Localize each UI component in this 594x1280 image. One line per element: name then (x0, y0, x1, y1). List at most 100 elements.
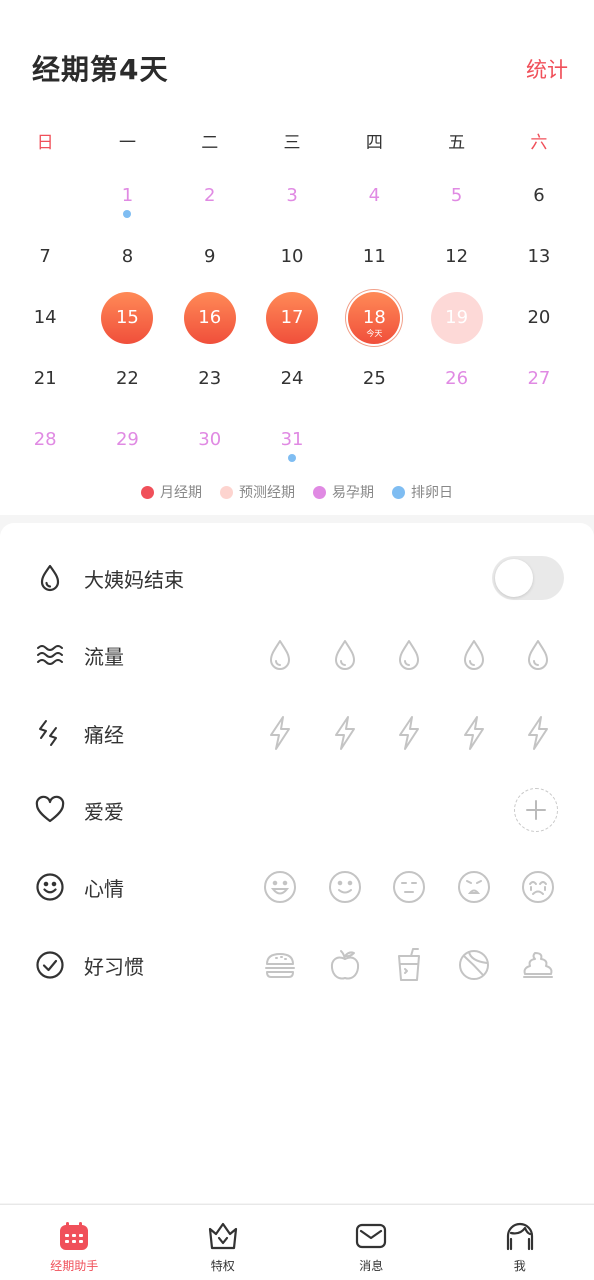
flow-level-1-option[interactable] (248, 635, 313, 675)
record-row-mood: 心情 (0, 857, 594, 917)
period-end-toggle[interactable] (492, 556, 564, 600)
cramp-level-4-option[interactable] (442, 713, 507, 753)
mood-angry-option[interactable] (442, 867, 507, 907)
calendar-day[interactable]: 19 (415, 287, 497, 348)
tab-privileges[interactable]: 特权 (149, 1205, 298, 1280)
profile-icon (506, 1222, 533, 1251)
day-marker: 18 今天 (348, 291, 401, 344)
calendar-day[interactable]: 18 今天 (333, 287, 415, 348)
plus-icon (526, 800, 546, 820)
calendar-day[interactable]: 31 (251, 409, 333, 470)
day-number: 7 (39, 246, 51, 267)
flow-level-5-option[interactable] (506, 635, 571, 675)
calendar-day[interactable]: 12 (415, 226, 497, 287)
day-number: 17 (280, 307, 304, 328)
habit-water-option[interactable] (377, 945, 442, 985)
day-number: 28 (33, 429, 57, 450)
calendar-day[interactable]: 15 (86, 287, 168, 348)
flow-level-2-option[interactable] (313, 635, 378, 675)
cramp-level-3-option[interactable] (377, 713, 442, 753)
waves-icon (37, 645, 63, 665)
ovulation-dot (288, 454, 297, 462)
calendar-day[interactable]: 2 (169, 165, 251, 226)
cramp-level-1-option[interactable] (248, 713, 313, 753)
day-number: 15 (115, 307, 139, 328)
calendar-day[interactable]: 30 (169, 409, 251, 470)
day-number: 13 (527, 246, 551, 267)
weekday-header: 日 一 二 三 四 五 六 (4, 128, 590, 153)
drop-icon (40, 564, 60, 592)
calendar-day[interactable]: 16 (169, 287, 251, 348)
calendar-day[interactable]: 21 (4, 348, 86, 409)
day-number: 26 (445, 368, 469, 389)
habit-poop-option[interactable] (506, 945, 571, 985)
habit-exercise-option[interactable] (442, 945, 507, 985)
habit-food-option[interactable] (248, 945, 313, 985)
calendar-day[interactable]: 11 (333, 226, 415, 287)
calendar-day[interactable]: 27 (498, 348, 580, 409)
day-number: 31 (280, 429, 304, 450)
calendar-day[interactable]: 3 (251, 165, 333, 226)
mood-smile-option[interactable] (313, 867, 378, 907)
heart-icon (35, 795, 65, 823)
calendar-day[interactable]: 29 (86, 409, 168, 470)
calendar-day[interactable]: 8 (86, 226, 168, 287)
tab-me[interactable]: 我 (446, 1205, 594, 1280)
calendar-day[interactable]: 25 (333, 348, 415, 409)
cramp-level-5-option[interactable] (506, 713, 571, 753)
habit-fruit-icon (330, 950, 359, 980)
day-number: 4 (368, 185, 381, 206)
flow-level-5-icon (528, 640, 549, 670)
weekday-wed: 三 (283, 133, 301, 153)
calendar-empty (498, 409, 580, 470)
calendar-legend: 月经期 预测经期 易孕期 排卵日 (0, 482, 594, 502)
calendar-empty (4, 165, 86, 226)
calendar-day[interactable]: 5 (415, 165, 497, 226)
tab-messages[interactable]: 消息 (297, 1205, 446, 1280)
day-number: 27 (527, 368, 551, 389)
day-number: 12 (445, 246, 469, 267)
tab-period-assistant[interactable]: 经期助手 (0, 1205, 149, 1280)
calendar-day[interactable]: 17 (251, 287, 333, 348)
check-circle-icon (36, 951, 64, 979)
record-label-habits: 好习惯 (84, 954, 144, 979)
calendar-day[interactable]: 20 (498, 287, 580, 348)
habit-poop-icon (523, 952, 554, 978)
record-row-flow: 流量 (0, 625, 594, 685)
day-number: 21 (33, 368, 57, 389)
day-marker: 15 (101, 291, 154, 344)
calendar-day[interactable]: 23 (169, 348, 251, 409)
mood-neutral-option[interactable] (377, 867, 442, 907)
calendar-day[interactable]: 4 (333, 165, 415, 226)
calendar-day[interactable]: 10 (251, 226, 333, 287)
calendar-day[interactable]: 28 (4, 409, 86, 470)
calendar-icon (60, 1222, 89, 1250)
daily-record-card: 大姨妈结束 流量 痛经 爱爱 心情 好习惯 (0, 523, 594, 1003)
calendar-day[interactable]: 1 (86, 165, 168, 226)
calendar-day[interactable]: 14 (4, 287, 86, 348)
stats-button[interactable]: 统计 (526, 54, 568, 84)
smiley-icon (36, 873, 64, 901)
today-label: 今天 (366, 328, 383, 338)
mood-laugh-option[interactable] (248, 867, 313, 907)
day-number: 6 (533, 185, 545, 206)
calendar-day[interactable]: 9 (169, 226, 251, 287)
cramp-level-2-option[interactable] (313, 713, 378, 753)
add-love-button[interactable] (514, 788, 558, 832)
day-number: 5 (450, 185, 463, 206)
calendar-day[interactable]: 7 (4, 226, 86, 287)
calendar-day[interactable]: 22 (86, 348, 168, 409)
day-number: 14 (33, 307, 57, 328)
habit-fruit-option[interactable] (313, 945, 378, 985)
lightning-icon (39, 720, 57, 746)
tab-label: 特权 (210, 1259, 235, 1273)
calendar-day[interactable]: 24 (251, 348, 333, 409)
calendar-day[interactable]: 26 (415, 348, 497, 409)
flow-level-4-option[interactable] (442, 635, 507, 675)
mood-sad-option[interactable] (506, 867, 571, 907)
weekday-sat: 六 (530, 133, 548, 153)
day-number: 19 (445, 307, 469, 328)
calendar-day[interactable]: 13 (498, 226, 580, 287)
calendar-day[interactable]: 6 (498, 165, 580, 226)
flow-level-3-option[interactable] (377, 635, 442, 675)
